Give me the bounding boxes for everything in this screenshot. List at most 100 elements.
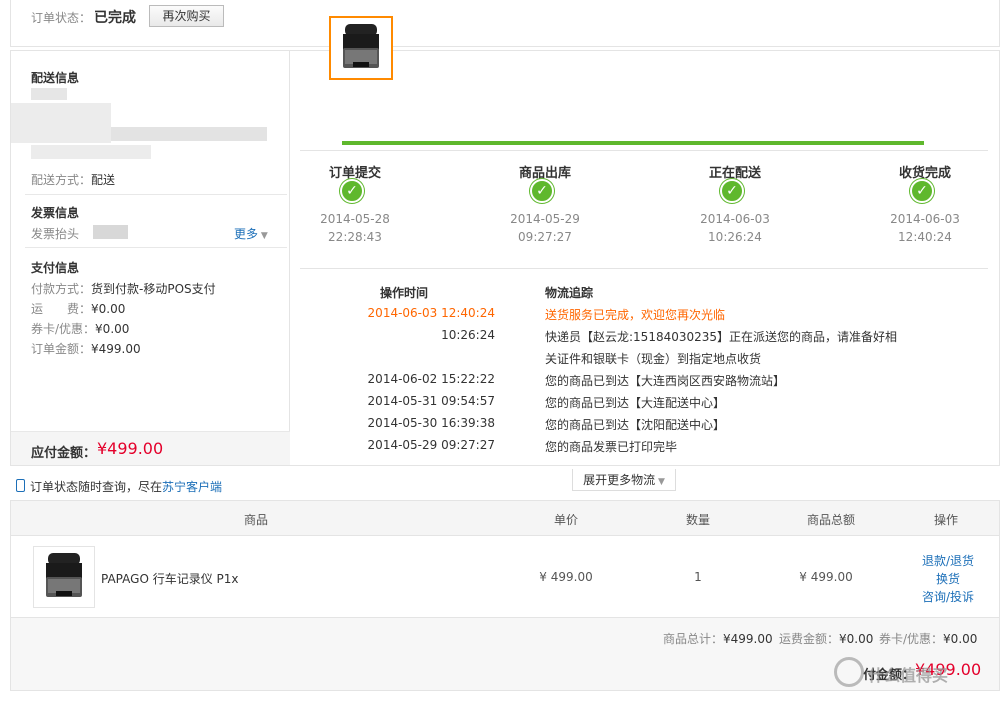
dashcam-image — [343, 24, 379, 68]
payment-method-label: 付款方式： — [31, 282, 92, 296]
suning-app-link[interactable]: 苏宁客户端 — [162, 480, 222, 494]
expand-logistics-button[interactable]: 展开更多物流 ▼ — [572, 469, 676, 491]
address-redacted-line2 — [31, 145, 151, 159]
step-date: 2014-06-03 — [700, 212, 770, 226]
log-time: 2014-05-30 16:39:38 — [367, 416, 495, 430]
check-icon: ✓ — [910, 179, 934, 203]
watermark-logo — [834, 657, 864, 687]
amount-due-label: 应付金额： — [31, 446, 97, 461]
product-image[interactable] — [33, 546, 95, 608]
log-time-header: 操作时间 — [380, 286, 429, 300]
check-icon: ✓ — [530, 179, 554, 203]
coupon-value: ¥0.00 — [95, 322, 130, 336]
amount-due-value: ¥499.00 — [97, 439, 164, 458]
freight-total-value: ¥0.00 — [839, 632, 874, 646]
app-tip: 订单状态随时查询，尽在苏宁客户端 — [30, 478, 222, 495]
address-redacted-line — [111, 127, 267, 141]
check-icon: ✓ — [340, 179, 364, 203]
goods-total-value: ¥499.00 — [723, 632, 773, 646]
order-amount-row: 订单金额：¥499.00 — [31, 340, 141, 357]
col-ops: 操作 — [933, 513, 958, 527]
order-status-value: 已完成 — [94, 10, 136, 26]
delivery-method-value: 配送 — [91, 173, 116, 187]
freight-label: 运 费： — [31, 302, 92, 316]
divider — [300, 150, 988, 151]
address-redacted-block — [11, 103, 111, 143]
log-desc: 您的商品已到达【沈阳配送中心】 — [545, 418, 726, 432]
unit-price: ¥ 499.00 — [539, 570, 593, 584]
step-date: 2014-06-03 — [890, 212, 960, 226]
coupon-row: 券卡/优惠：¥0.00 — [31, 320, 129, 337]
invoice-header-label: 发票抬头 — [31, 227, 80, 241]
delivery-title: 配送信息 — [31, 71, 80, 85]
product-name-link[interactable]: PAPAGO 行车记录仪 P1x — [101, 570, 239, 587]
order-status-label: 订单状态： — [31, 11, 92, 25]
order-status-bar: 订单状态： 已完成 再次购买 — [10, 0, 1000, 47]
payment-method-value: 货到付款-移动POS支付 — [91, 282, 216, 296]
address-redacted — [31, 88, 67, 100]
step-label: 商品出库 — [518, 166, 571, 181]
step-time: 09:27:27 — [518, 230, 572, 244]
col-price: 单价 — [553, 513, 578, 527]
log-time: 2014-06-03 12:40:24 — [367, 306, 495, 320]
log-desc-cont: 关证件和银联卡（现金）到指定地点收货 — [545, 352, 762, 366]
log-desc: 您的商品已到达【大连西岗区西安路物流站】 — [545, 374, 786, 388]
log-time: 2014-05-31 09:54:57 — [367, 394, 495, 408]
order-details-column: 配送信息 配送方式：配送 发票信息 发票抬头 更多 ▼ 支付信息 付款方式：货到… — [11, 51, 290, 465]
step-time: 12:40:24 — [898, 230, 952, 244]
log-track-header: 物流追踪 — [545, 286, 594, 300]
watermark-text: 什么值得买 — [868, 666, 949, 685]
invoice-more-label: 更多 — [234, 227, 259, 241]
coupon-label: 券卡/优惠： — [31, 322, 96, 336]
goods-total-label: 商品总计： — [663, 632, 724, 646]
step-date: 2014-05-28 — [320, 212, 390, 226]
delivery-method: 配送方式：配送 — [31, 171, 115, 188]
refund-link[interactable]: 退款/退货 — [913, 552, 983, 569]
table-header: 商品 单价 数量 商品总额 操作 — [11, 501, 999, 536]
step-time: 22:28:43 — [328, 230, 382, 244]
step-label: 订单提交 — [328, 166, 381, 181]
divider — [25, 194, 287, 195]
quantity: 1 — [694, 570, 702, 584]
log-desc: 送货服务已完成，欢迎您再次光临 — [545, 308, 726, 322]
log-desc: 您的商品发票已打印完毕 — [545, 440, 678, 454]
delivery-method-label: 配送方式： — [31, 173, 92, 187]
dashcam-image — [46, 553, 82, 597]
freight-value: ¥0.00 — [91, 302, 126, 316]
step-date: 2014-05-29 — [510, 212, 580, 226]
log-desc: 快递员【赵云龙:15184030235】正在派送您的商品，请准备好相 — [545, 330, 898, 344]
invoice-header-redacted — [93, 225, 128, 239]
amount-due-row: 应付金额： ¥499.00 — [11, 431, 290, 465]
chevron-down-icon: ▼ — [655, 477, 665, 487]
exchange-link[interactable]: 换货 — [913, 570, 983, 587]
invoice-header: 发票抬头 — [31, 225, 79, 242]
divider — [25, 247, 287, 248]
order-progress-bar — [342, 141, 924, 145]
step-label: 收货完成 — [898, 166, 951, 181]
order-amount-value: ¥499.00 — [91, 342, 141, 356]
item-total: ¥ 499.00 — [799, 570, 853, 584]
chevron-down-icon: ▼ — [258, 231, 268, 241]
payment-method: 付款方式：货到付款-移动POS支付 — [31, 280, 216, 297]
order-info-panel: 配送信息 配送方式：配送 发票信息 发票抬头 更多 ▼ 支付信息 付款方式：货到… — [10, 50, 1000, 466]
step-time: 10:26:24 — [708, 230, 762, 244]
product-thumbnail[interactable] — [329, 16, 393, 80]
rebuy-button[interactable]: 再次购买 — [149, 5, 224, 27]
divider — [300, 268, 988, 269]
invoice-title: 发票信息 — [31, 206, 80, 220]
expand-logistics-label: 展开更多物流 — [583, 473, 656, 487]
goods-total: 商品总计：¥499.00 — [663, 630, 773, 647]
log-time: 2014-06-02 15:22:22 — [367, 372, 495, 386]
order-amount-label: 订单金额： — [31, 342, 92, 356]
col-qty: 数量 — [685, 513, 710, 527]
step-label: 正在配送 — [708, 166, 761, 181]
coupon-total: 券卡/优惠：¥0.00 — [879, 630, 977, 647]
check-icon: ✓ — [720, 179, 744, 203]
col-total: 商品总额 — [806, 513, 855, 527]
invoice-more-link[interactable]: 更多 ▼ — [234, 225, 268, 242]
log-time: 10:26:24 — [441, 328, 495, 342]
coupon-total-value: ¥0.00 — [943, 632, 978, 646]
col-product: 商品 — [243, 513, 268, 527]
complaint-link[interactable]: 咨询/投诉 — [913, 588, 983, 605]
phone-icon — [16, 479, 25, 492]
